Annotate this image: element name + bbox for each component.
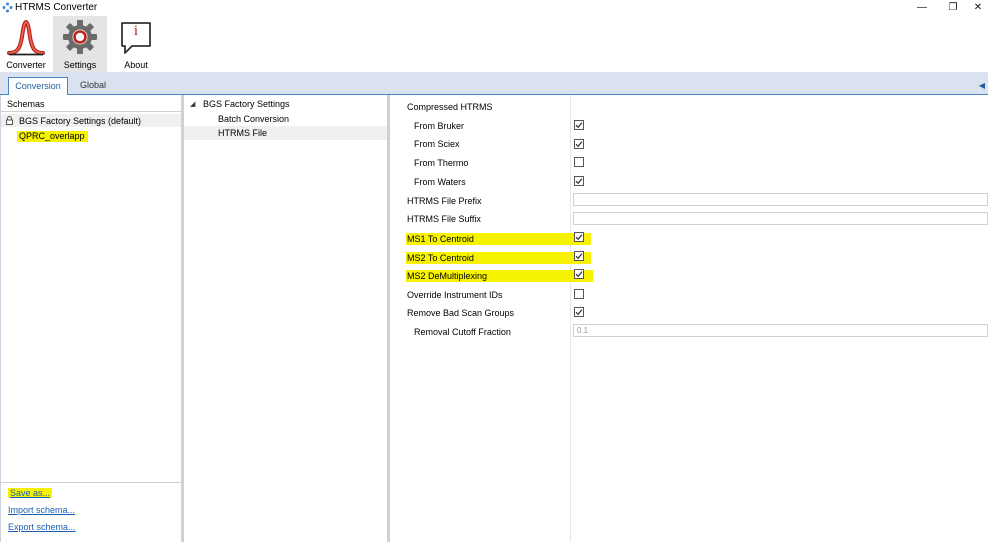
prop-override-ids-label: Override Instrument IDs xyxy=(407,290,503,300)
tab-global[interactable]: Global xyxy=(72,77,114,95)
remove-bad-checkbox[interactable] xyxy=(574,307,584,317)
divider xyxy=(1,482,181,483)
prop-ms2-demux-label: MS2 DeMultiplexing xyxy=(406,270,594,282)
divider xyxy=(1,111,181,112)
settings-tree-panel: ◢ BGS Factory Settings Batch Conversion … xyxy=(184,95,387,542)
gear-icon xyxy=(63,20,97,54)
restore-button[interactable]: ❐ xyxy=(943,1,963,15)
tree-item-htrms-file-row[interactable] xyxy=(184,126,387,140)
about-label: About xyxy=(124,60,148,70)
peak-icon xyxy=(7,19,45,56)
prop-prefix-label: HTRMS File Prefix xyxy=(407,196,482,206)
export-schema-link[interactable]: Export schema... xyxy=(8,522,76,532)
from-bruker-checkbox[interactable] xyxy=(574,120,584,130)
tab-conversion[interactable]: Conversion xyxy=(8,77,68,95)
removal-cutoff-input[interactable]: 0.1 xyxy=(573,324,988,337)
collapse-arrow-icon[interactable]: ◀ xyxy=(979,81,985,90)
tab-strip: Conversion Global ◀ xyxy=(0,72,988,95)
htrms-prefix-input[interactable] xyxy=(573,193,988,206)
prop-ms1-centroid-label: MS1 To Centroid xyxy=(406,233,591,245)
about-button[interactable]: i About xyxy=(110,16,162,72)
settings-button[interactable]: Settings xyxy=(53,16,107,72)
prop-ms2-centroid-label: MS2 To Centroid xyxy=(406,252,591,264)
schemas-panel: Schemas BGS Factory Settings (default) Q… xyxy=(0,95,181,542)
htrms-suffix-input[interactable] xyxy=(573,212,988,225)
from-sciex-checkbox[interactable] xyxy=(574,139,584,149)
close-button[interactable]: ✕ xyxy=(968,1,988,15)
prop-remove-bad-label: Remove Bad Scan Groups xyxy=(407,308,515,318)
prop-removal-cutoff-label: Removal Cutoff Fraction xyxy=(414,327,511,337)
prop-from-sciex-label: From Sciex xyxy=(414,139,460,149)
ms1-centroid-checkbox[interactable] xyxy=(574,232,584,242)
prop-compressed-htrms: Compressed HTRMS xyxy=(407,102,493,112)
schema-item-factory[interactable]: BGS Factory Settings (default) xyxy=(19,116,141,126)
from-thermo-checkbox[interactable] xyxy=(574,157,584,167)
prop-from-bruker-label: From Bruker xyxy=(414,121,465,131)
property-grid xyxy=(390,95,988,542)
tree-expand-icon[interactable]: ◢ xyxy=(190,100,195,108)
import-schema-link[interactable]: Import schema... xyxy=(8,505,75,515)
ribbon-toolbar: Converter Settings i About xyxy=(0,16,988,72)
minimize-button[interactable]: — xyxy=(912,1,932,15)
tree-item-batch-conversion[interactable]: Batch Conversion xyxy=(218,114,289,124)
prop-suffix-label: HTRMS File Suffix xyxy=(407,214,481,224)
from-waters-checkbox[interactable] xyxy=(574,176,584,186)
save-as-link[interactable]: Save as... xyxy=(8,488,53,498)
window-title: HTRMS Converter xyxy=(15,2,98,13)
schemas-header: Schemas xyxy=(7,99,45,109)
converter-button[interactable]: Converter xyxy=(0,16,52,72)
converter-label: Converter xyxy=(6,60,46,70)
info-icon-glyph: i xyxy=(133,23,139,39)
tree-root-item[interactable]: BGS Factory Settings xyxy=(203,99,290,109)
app-logo-icon xyxy=(2,2,13,13)
tree-item-htrms-file[interactable]: HTRMS File xyxy=(218,128,267,138)
grid-column-divider xyxy=(570,95,571,542)
settings-label: Settings xyxy=(63,60,97,70)
schema-item-qprc[interactable]: QPRC_overlapp xyxy=(17,131,88,142)
prop-from-thermo-label: From Thermo xyxy=(414,158,469,168)
ms2-demux-checkbox[interactable] xyxy=(574,269,584,279)
lock-icon xyxy=(6,116,13,125)
ms2-centroid-checkbox[interactable] xyxy=(574,251,584,261)
override-ids-checkbox[interactable] xyxy=(574,289,584,299)
title-bar: HTRMS Converter — ❐ ✕ xyxy=(0,0,988,16)
prop-from-waters-label: From Waters xyxy=(414,177,466,187)
